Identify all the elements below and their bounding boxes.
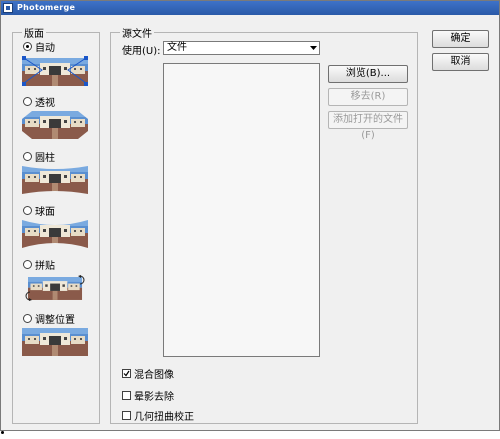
radio-spherical[interactable] — [23, 206, 32, 215]
chevron-down-icon[interactable] — [307, 42, 319, 54]
geometric-distortion-checkbox[interactable] — [122, 411, 131, 420]
layout-option-reposition[interactable]: 调整位置 — [23, 311, 75, 326]
cylindrical-preview-image — [22, 166, 88, 194]
layout-option-perspective[interactable]: 透视 — [23, 94, 55, 109]
title-bar[interactable]: Photomerge — [1, 1, 499, 15]
collage-preview-image — [22, 274, 88, 302]
checkbox-label: 混合图像 — [134, 370, 174, 381]
use-dropdown[interactable]: 文件 — [163, 41, 320, 55]
cancel-button[interactable]: 取消 — [432, 53, 489, 71]
stray-dot — [1, 431, 4, 434]
source-files-list[interactable] — [163, 63, 320, 357]
radio-auto[interactable] — [23, 42, 32, 51]
layout-option-collage[interactable]: 拼贴 — [23, 257, 55, 272]
radio-perspective[interactable] — [23, 97, 32, 106]
vignette-removal-option[interactable]: 晕影去除 — [122, 388, 174, 403]
spherical-preview-image — [22, 220, 88, 248]
layout-option-label: 自动 — [35, 43, 55, 54]
radio-cylindrical[interactable] — [23, 152, 32, 161]
layout-option-spherical[interactable]: 球面 — [23, 203, 55, 218]
use-dropdown-value: 文件 — [167, 42, 187, 53]
blend-images-checkbox[interactable] — [122, 369, 131, 378]
browse-button[interactable]: 浏览(B)... — [328, 65, 408, 83]
remove-button[interactable]: 移去(R) — [328, 88, 408, 106]
layout-option-label: 透视 — [35, 98, 55, 109]
geometric-distortion-option[interactable]: 几何扭曲校正 — [122, 408, 194, 423]
layout-group-legend: 版面 — [22, 25, 46, 40]
checkbox-label: 晕影去除 — [134, 392, 174, 403]
app-icon — [3, 3, 13, 13]
layout-option-label: 圆柱 — [35, 153, 55, 164]
perspective-preview-image — [22, 111, 88, 139]
use-label: 使用(U): — [122, 46, 161, 57]
vignette-removal-checkbox[interactable] — [122, 391, 131, 400]
layout-option-label: 调整位置 — [35, 315, 75, 326]
auto-preview-image — [22, 56, 88, 86]
layout-option-cylindrical[interactable]: 圆柱 — [23, 149, 55, 164]
blend-images-option[interactable]: 混合图像 — [122, 366, 174, 381]
ok-button[interactable]: 确定 — [432, 30, 489, 48]
radio-collage[interactable] — [23, 260, 32, 269]
checkbox-label: 几何扭曲校正 — [134, 412, 194, 423]
source-files-legend: 源文件 — [120, 25, 154, 40]
add-open-files-button[interactable]: 添加打开的文件(F) — [328, 111, 408, 141]
checkmark-icon — [123, 370, 130, 377]
layout-option-label: 拼贴 — [35, 261, 55, 272]
radio-reposition[interactable] — [23, 314, 32, 323]
window-title: Photomerge — [17, 3, 76, 12]
layout-option-label: 球面 — [35, 207, 55, 218]
layout-option-auto[interactable]: 自动 — [23, 39, 55, 54]
reposition-preview-image — [22, 328, 88, 356]
